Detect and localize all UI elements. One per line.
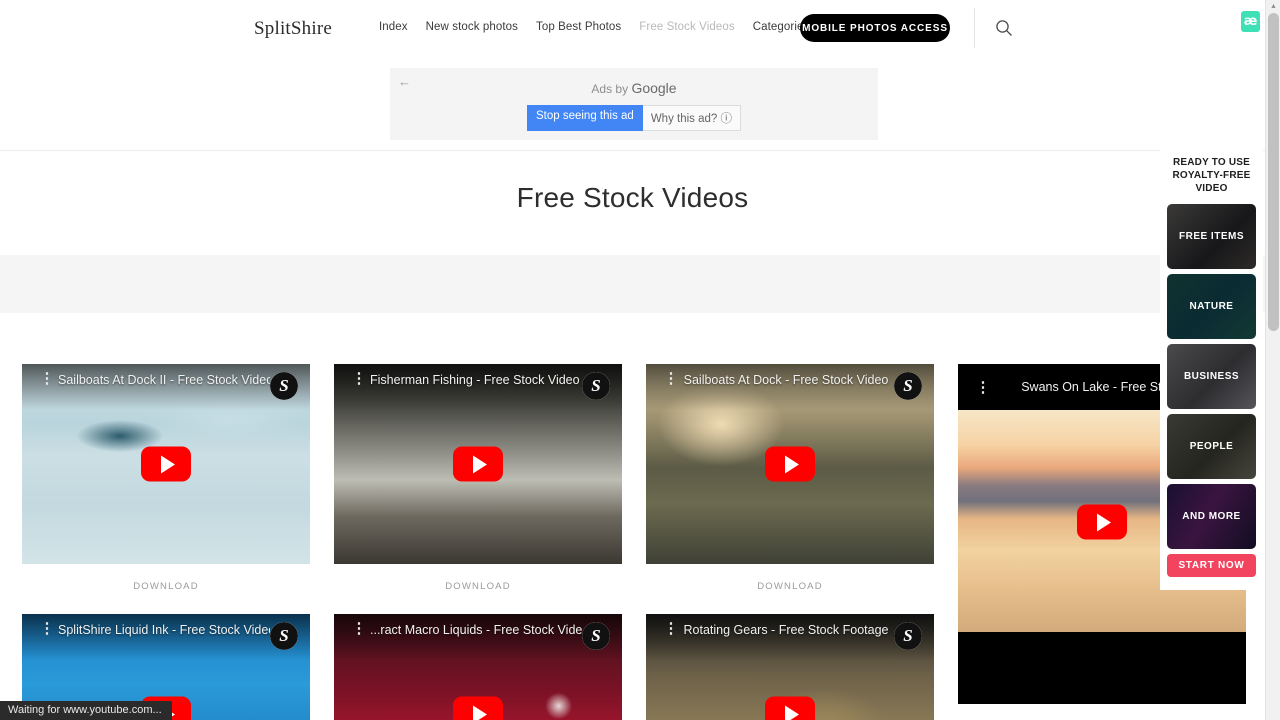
nav-label: Free Stock Videos xyxy=(639,21,735,33)
download-link[interactable]: DOWNLOAD xyxy=(646,581,934,592)
why-this-ad-label: Why this ad? xyxy=(650,113,718,125)
scrollbar-thumb[interactable] xyxy=(1268,13,1279,331)
video-title[interactable]: Fisherman Fishing - Free Stock Video xyxy=(370,372,582,389)
sidebar-tile-free-items[interactable]: FREE ITEMS xyxy=(1167,204,1256,269)
vertical-scrollbar[interactable]: ▲ xyxy=(1265,0,1280,720)
sidebar-tile-people[interactable]: PEOPLE xyxy=(1167,414,1256,479)
sidebar-tile-business[interactable]: BUSINESS xyxy=(1167,344,1256,409)
sidebar-tile-and-more[interactable]: AND MORE xyxy=(1167,484,1256,549)
search-icon[interactable] xyxy=(994,18,1014,38)
sidebar-ad[interactable]: READY TO USE ROYALTY-FREE VIDEO FREE ITE… xyxy=(1160,150,1263,590)
info-icon: ⓘ xyxy=(720,113,733,125)
more-options-icon[interactable]: ⋮ xyxy=(36,621,58,636)
sidebar-tile-nature[interactable]: NATURE xyxy=(1167,274,1256,339)
youtube-embed[interactable]: ⋮ Fisherman Fishing - Free Stock Video S xyxy=(334,364,622,564)
youtube-embed[interactable]: Rotating Gears ⋮ Rotating Gears - Free S… xyxy=(646,614,934,720)
youtube-title-bar: ⋮ Sailboats At Dock II - Free Stock Vide… xyxy=(22,364,310,410)
channel-avatar[interactable]: S xyxy=(582,372,610,400)
channel-avatar[interactable]: S xyxy=(270,622,298,650)
channel-avatar[interactable]: S xyxy=(582,622,610,650)
video-card: Rotating Gears ⋮ Rotating Gears - Free S… xyxy=(646,614,934,720)
more-options-icon[interactable]: ⋮ xyxy=(660,371,682,386)
sidebar-ad-title: READY TO USE ROYALTY-FREE VIDEO xyxy=(1172,157,1251,194)
more-options-icon[interactable]: ⋮ xyxy=(36,371,58,386)
scroll-up-arrow-icon[interactable]: ▲ xyxy=(1266,0,1280,12)
video-card: ⋮ Fisherman Fishing - Free Stock Video S… xyxy=(334,364,622,592)
header-divider xyxy=(974,8,975,48)
play-button[interactable] xyxy=(1077,504,1127,540)
download-link[interactable]: DOWNLOAD xyxy=(334,581,622,592)
browser-viewport: SplitShire Index New stock photos Top Be… xyxy=(0,0,1280,720)
more-options-icon[interactable]: ⋮ xyxy=(348,621,370,636)
site-header: SplitShire Index New stock photos Top Be… xyxy=(0,0,1265,57)
nav-item-free-stock-videos[interactable]: Free Stock Videos xyxy=(630,21,743,33)
video-card: ⋮ Sailboats At Dock - Free Stock Video S… xyxy=(646,364,934,592)
ad-button-row: Stop seeing this ad Why this ad? ⓘ xyxy=(390,105,878,131)
nav-label: Top Best Photos xyxy=(536,21,622,33)
youtube-title-bar: ⋮ SplitShire Liquid Ink - Free Stock Vid… xyxy=(22,614,310,660)
youtube-title-bar: ⋮ ...ract Macro Liquids - Free Stock Vid… xyxy=(334,614,622,660)
play-button[interactable] xyxy=(765,696,815,720)
more-options-icon[interactable]: ⋮ xyxy=(348,371,370,386)
youtube-title-bar: ⋮ Sailboats At Dock - Free Stock Video S xyxy=(646,364,934,410)
ads-by-prefix: Ads by xyxy=(591,82,632,96)
why-this-ad-button[interactable]: Why this ad? ⓘ xyxy=(642,105,741,131)
video-title[interactable]: Sailboats At Dock II - Free Stock Video xyxy=(58,372,270,389)
mobile-photos-access-button[interactable]: MOBILE PHOTOS ACCESS xyxy=(800,14,950,42)
youtube-embed[interactable]: ⋮ ...ract Macro Liquids - Free Stock Vid… xyxy=(334,614,622,720)
video-title[interactable]: Sailboats At Dock - Free Stock Video xyxy=(682,372,894,389)
more-options-icon[interactable]: ⋮ xyxy=(660,621,682,636)
video-title[interactable]: ...ract Macro Liquids - Free Stock Video xyxy=(370,622,582,639)
stop-seeing-this-ad-button[interactable]: Stop seeing this ad xyxy=(526,105,643,131)
youtube-embed[interactable]: ⋮ Sailboats At Dock II - Free Stock Vide… xyxy=(22,364,310,564)
header-bottom-rule xyxy=(0,150,1265,151)
site-logo[interactable]: SplitShire xyxy=(254,18,332,40)
download-link[interactable]: DOWNLOAD xyxy=(22,581,310,592)
nav-item-index[interactable]: Index xyxy=(370,21,417,33)
channel-avatar[interactable]: S xyxy=(894,372,922,400)
sidebar-start-now-button[interactable]: START NOW xyxy=(1167,554,1256,577)
browser-status-bar: Waiting for www.youtube.com... xyxy=(0,701,172,720)
google-wordmark: Google xyxy=(631,80,677,96)
video-title[interactable]: SplitShire Liquid Ink - Free Stock Video xyxy=(58,622,270,639)
browser-extension-icon[interactable]: æ xyxy=(1241,11,1260,32)
video-card: ⋮ ...ract Macro Liquids - Free Stock Vid… xyxy=(334,614,622,720)
channel-avatar[interactable]: S xyxy=(894,622,922,650)
play-button[interactable] xyxy=(453,696,503,720)
youtube-embed[interactable]: ⋮ Sailboats At Dock - Free Stock Video S xyxy=(646,364,934,564)
nav-item-top-best-photos[interactable]: Top Best Photos xyxy=(527,21,630,33)
play-button[interactable] xyxy=(141,446,191,482)
play-button[interactable] xyxy=(765,446,815,482)
video-card: ⋮ Sailboats At Dock II - Free Stock Vide… xyxy=(22,364,310,592)
channel-avatar[interactable]: S xyxy=(270,372,298,400)
google-ad-strip: ← Ads by Google Stop seeing this ad Why … xyxy=(390,68,878,140)
more-options-icon[interactable]: ⋮ xyxy=(972,380,994,395)
play-button[interactable] xyxy=(453,446,503,482)
sidebar-ad-tiles: FREE ITEMS NATURE BUSINESS PEOPLE AND MO… xyxy=(1160,204,1263,549)
youtube-title-bar: ⋮ Rotating Gears - Free Stock Footage S xyxy=(646,614,934,660)
nav-item-new-stock-photos[interactable]: New stock photos xyxy=(417,21,527,33)
nav-label: Index xyxy=(379,21,408,33)
youtube-title-bar: ⋮ Fisherman Fishing - Free Stock Video S xyxy=(334,364,622,410)
page-title: Free Stock Videos xyxy=(516,182,749,213)
nav-label: New stock photos xyxy=(425,21,519,33)
ads-by-google-label: Ads by Google xyxy=(390,80,878,96)
video-title[interactable]: Rotating Gears - Free Stock Footage xyxy=(682,622,894,639)
ad-placeholder-band xyxy=(0,255,1265,313)
